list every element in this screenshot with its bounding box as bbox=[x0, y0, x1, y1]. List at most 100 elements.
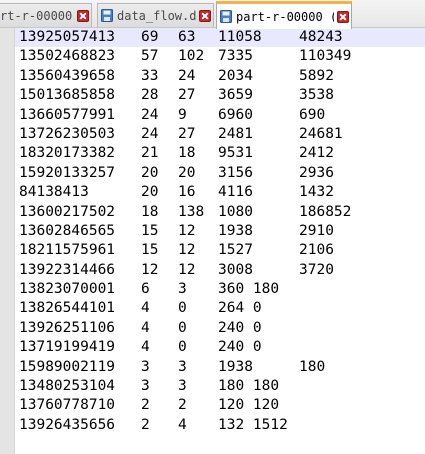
text-line[interactable]: 15989002119 3 3 1938 180 bbox=[15, 358, 425, 377]
down-packets: 0 bbox=[178, 339, 187, 356]
down-flow: 2910 bbox=[299, 222, 334, 239]
up-flow: 4116 bbox=[218, 184, 253, 201]
text-editor[interactable]: 13925057413 69 63 11058 48243 13502468823 57 1… bbox=[0, 28, 425, 454]
down-packets: 102 bbox=[178, 48, 205, 65]
down-packets: 3 bbox=[178, 281, 187, 298]
text-line[interactable]: 13660577991 24 9 6960 690 bbox=[15, 106, 425, 125]
tab-label: part-r-00000 (5) bbox=[236, 9, 334, 24]
up-flow: 120 120 bbox=[218, 397, 280, 414]
phone-number: 13560439658 bbox=[19, 67, 116, 84]
editor-text-area[interactable]: 13925057413 69 63 11058 48243 13502468823 57 1… bbox=[15, 28, 425, 435]
up-packets: 12 bbox=[141, 261, 159, 278]
text-line[interactable]: 13726230503 24 27 2481 24681 bbox=[15, 125, 425, 144]
text-line[interactable]: 13922314466 12 12 3008 3720 bbox=[15, 261, 425, 280]
phone-number: 15920133257 bbox=[19, 164, 116, 181]
down-flow: 48243 bbox=[299, 29, 343, 45]
up-packets: 4 bbox=[141, 339, 150, 356]
down-flow: 186852 bbox=[299, 203, 352, 220]
up-packets: 24 bbox=[141, 125, 159, 142]
text-line[interactable]: 13926251106 4 0 240 0 bbox=[15, 319, 425, 338]
up-packets: 18 bbox=[141, 203, 159, 220]
down-flow: 2412 bbox=[299, 145, 334, 162]
down-packets: 63 bbox=[178, 29, 196, 45]
up-flow: 6960 bbox=[218, 106, 253, 123]
tab-label: data_flow.dat bbox=[117, 8, 196, 23]
down-packets: 4 bbox=[178, 416, 187, 433]
up-packets: 6 bbox=[141, 281, 150, 298]
save-file-icon bbox=[220, 10, 232, 23]
up-packets: 21 bbox=[141, 145, 159, 162]
phone-number: 13600217502 bbox=[19, 203, 116, 220]
up-flow: 2481 bbox=[218, 125, 253, 142]
close-tab-icon[interactable] bbox=[337, 10, 349, 23]
text-line[interactable]: 13823070001 6 3 360 180 bbox=[15, 280, 425, 299]
phone-number: 13925057413 bbox=[19, 29, 116, 45]
up-flow: 3156 bbox=[218, 164, 253, 181]
up-flow: 132 1512 bbox=[218, 416, 288, 433]
down-flow: 110349 bbox=[299, 48, 352, 65]
up-flow: 264 0 bbox=[218, 300, 262, 317]
up-flow: 240 0 bbox=[218, 319, 262, 336]
down-flow: 690 bbox=[299, 106, 326, 123]
text-line[interactable]: 13480253104 3 3 180 180 bbox=[15, 377, 425, 396]
text-line[interactable]: 13600217502 18 138 1080 186852 bbox=[15, 203, 425, 222]
up-flow: 9531 bbox=[218, 145, 253, 162]
text-line[interactable]: 13602846565 15 12 1938 2910 bbox=[15, 222, 425, 241]
phone-number: 18320173382 bbox=[19, 145, 116, 162]
down-packets: 12 bbox=[178, 261, 196, 278]
phone-number: 13602846565 bbox=[19, 222, 116, 239]
tab-part-r-00000-5[interactable]: part-r-00000 (5) bbox=[216, 1, 352, 29]
phone-number: 84138413 bbox=[19, 184, 89, 201]
down-packets: 0 bbox=[178, 300, 187, 317]
text-line[interactable]: 13925057413 69 63 11058 48243 bbox=[15, 28, 425, 48]
down-flow: 1432 bbox=[299, 184, 334, 201]
up-flow: 180 180 bbox=[218, 378, 280, 395]
down-packets: 12 bbox=[178, 242, 196, 259]
up-flow: 7335 bbox=[218, 48, 253, 65]
down-packets: 2 bbox=[178, 397, 187, 414]
editor-gutter[interactable] bbox=[0, 28, 15, 454]
phone-number: 13926435656 bbox=[19, 416, 116, 433]
text-line[interactable]: 13560439658 33 24 2034 5892 bbox=[15, 67, 425, 86]
tab-label: rt-r-00000 (3) bbox=[0, 8, 74, 23]
down-packets: 27 bbox=[178, 125, 196, 142]
down-flow: 180 bbox=[299, 358, 326, 375]
down-flow: 2106 bbox=[299, 242, 334, 259]
close-tab-icon[interactable] bbox=[77, 9, 89, 22]
up-packets: 4 bbox=[141, 300, 150, 317]
text-line[interactable]: 18211575961 15 12 1527 2106 bbox=[15, 241, 425, 260]
down-packets: 3 bbox=[178, 378, 187, 395]
phone-number: 13760778710 bbox=[19, 397, 116, 414]
phone-number: 15989002119 bbox=[19, 358, 116, 375]
up-flow: 3659 bbox=[218, 87, 253, 104]
up-flow: 1080 bbox=[218, 203, 253, 220]
down-packets: 12 bbox=[178, 222, 196, 239]
text-line[interactable]: 84138413 20 16 4116 1432 bbox=[15, 183, 425, 202]
phone-number: 13826544101 bbox=[19, 300, 116, 317]
close-tab-icon[interactable] bbox=[199, 9, 211, 22]
text-line[interactable]: 13760778710 2 2 120 120 bbox=[15, 396, 425, 415]
text-line[interactable]: 13719199419 4 0 240 0 bbox=[15, 338, 425, 357]
phone-number: 13660577991 bbox=[19, 106, 116, 123]
down-flow: 2936 bbox=[299, 164, 334, 181]
text-line[interactable]: 15013685858 28 27 3659 3538 bbox=[15, 86, 425, 105]
up-packets: 4 bbox=[141, 319, 150, 336]
tab-data-flow[interactable]: data_flow.dat bbox=[97, 3, 214, 27]
text-line[interactable]: 15920133257 20 20 3156 2936 bbox=[15, 164, 425, 183]
phone-number: 13480253104 bbox=[19, 378, 116, 395]
up-flow: 1938 bbox=[218, 222, 253, 239]
tab-part-r-00000-3[interactable]: rt-r-00000 (3) bbox=[0, 3, 92, 27]
up-packets: 3 bbox=[141, 358, 150, 375]
text-line[interactable]: 18320173382 21 18 9531 2412 bbox=[15, 144, 425, 163]
down-flow: 3538 bbox=[299, 87, 334, 104]
up-packets: 15 bbox=[141, 222, 159, 239]
up-packets: 20 bbox=[141, 164, 159, 181]
text-line[interactable]: 13502468823 57 102 7335 110349 bbox=[15, 47, 425, 66]
up-packets: 15 bbox=[141, 242, 159, 259]
up-flow: 2034 bbox=[218, 67, 253, 84]
down-packets: 9 bbox=[178, 106, 187, 123]
text-line[interactable]: 13826544101 4 0 264 0 bbox=[15, 299, 425, 318]
up-packets: 2 bbox=[141, 397, 150, 414]
text-line[interactable]: 13926435656 2 4 132 1512 bbox=[15, 416, 425, 435]
down-packets: 16 bbox=[178, 184, 196, 201]
